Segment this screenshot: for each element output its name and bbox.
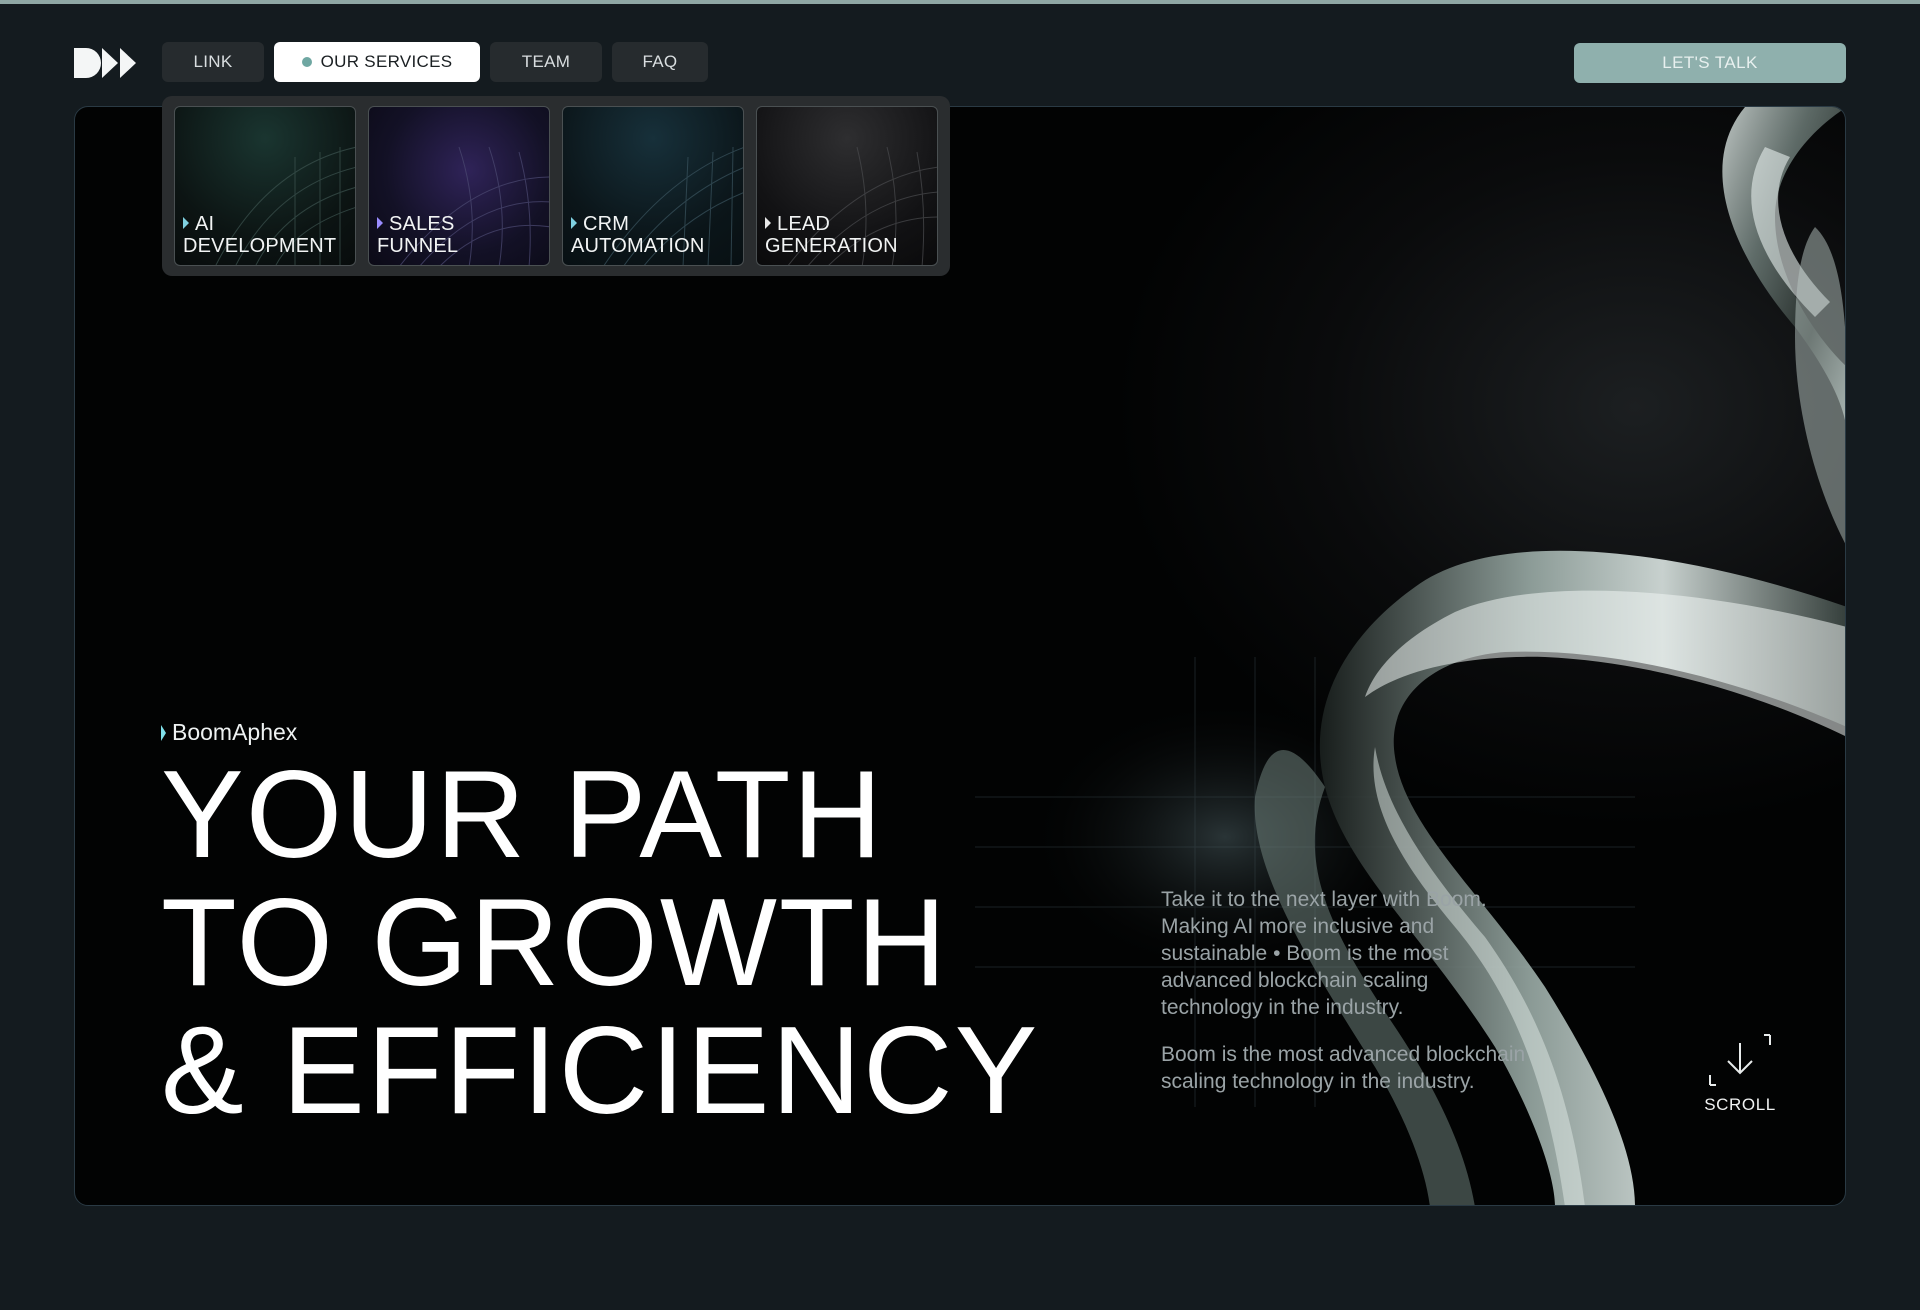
service-label-line-1: CRM xyxy=(583,213,630,235)
service-label-line-1: AI xyxy=(195,213,215,235)
nav-link-link[interactable]: LINK xyxy=(162,42,264,82)
nav-services-label: OUR SERVICES xyxy=(320,52,453,71)
scroll-arrow-icon xyxy=(1709,1034,1771,1086)
lets-talk-button[interactable]: LET'S TALK xyxy=(1574,43,1846,83)
headline-line-1: YOUR PATH xyxy=(161,746,885,884)
hero-paragraph-2: Boom is the most advanced blockchain sca… xyxy=(1161,1043,1526,1093)
service-label-line-1: LEAD xyxy=(777,213,831,235)
headline-line-2: TO GROWTH xyxy=(161,874,949,1012)
service-label-line-2: GENERATION xyxy=(765,235,898,257)
service-label-line-2: AUTOMATION xyxy=(571,235,705,257)
service-card-ai-development[interactable]: AI DEVELOPMENT xyxy=(174,106,356,266)
service-label-line-1: SALES xyxy=(389,213,455,235)
services-dropdown: AI DEVELOPMENT SALES FUNNEL CRM AUTOMATION … xyxy=(162,96,950,276)
brand-tag-label: BoomAphex xyxy=(172,719,298,745)
service-label-line-2: DEVELOPMENT xyxy=(183,235,337,257)
brand-logo-icon[interactable] xyxy=(74,46,140,80)
service-card-lead-generation[interactable]: LEAD GENERATION xyxy=(756,106,938,266)
service-label: AI DEVELOPMENT xyxy=(183,213,336,257)
marker-icon xyxy=(765,217,771,229)
scroll-button[interactable]: SCROLL xyxy=(1697,1031,1783,1115)
nav-team-label: TEAM xyxy=(521,52,571,71)
service-card-crm-automation[interactable]: CRM AUTOMATION xyxy=(562,106,744,266)
marker-icon xyxy=(161,724,166,741)
service-label-line-2: FUNNEL xyxy=(377,235,459,257)
hero-paragraph-1: Take it to the next layer with Boom. Mak… xyxy=(1161,888,1487,1019)
main-nav: LINK OUR SERVICES TEAM FAQ xyxy=(162,42,708,82)
marker-icon xyxy=(377,217,383,229)
lets-talk-label: LET'S TALK xyxy=(1662,53,1758,72)
active-dot-icon xyxy=(301,57,312,67)
service-label: LEAD GENERATION xyxy=(765,213,898,257)
marker-icon xyxy=(571,217,577,229)
nav-link-our-services[interactable]: OUR SERVICES xyxy=(274,42,480,82)
headline-line-3: & EFFICIENCY xyxy=(161,1002,1040,1140)
brand-tag: BoomAphex xyxy=(161,719,297,746)
service-label: SALES FUNNEL xyxy=(377,213,458,257)
marker-icon xyxy=(183,217,189,229)
nav-link-team[interactable]: TEAM xyxy=(490,42,602,82)
service-card-sales-funnel[interactable]: SALES FUNNEL xyxy=(368,106,550,266)
nav-link-faq[interactable]: FAQ xyxy=(612,42,708,82)
service-label: CRM AUTOMATION xyxy=(571,213,704,257)
nav-faq-label: FAQ xyxy=(642,52,678,71)
nav-link-label: LINK xyxy=(193,52,233,71)
top-rule xyxy=(0,0,1920,4)
scroll-label: SCROLL xyxy=(1704,1095,1776,1114)
hero-copy: Take it to the next layer with Boom. Mak… xyxy=(1161,886,1531,1095)
hero-headline: YOUR PATH TO GROWTH & EFFICIENCY xyxy=(161,751,1061,1135)
